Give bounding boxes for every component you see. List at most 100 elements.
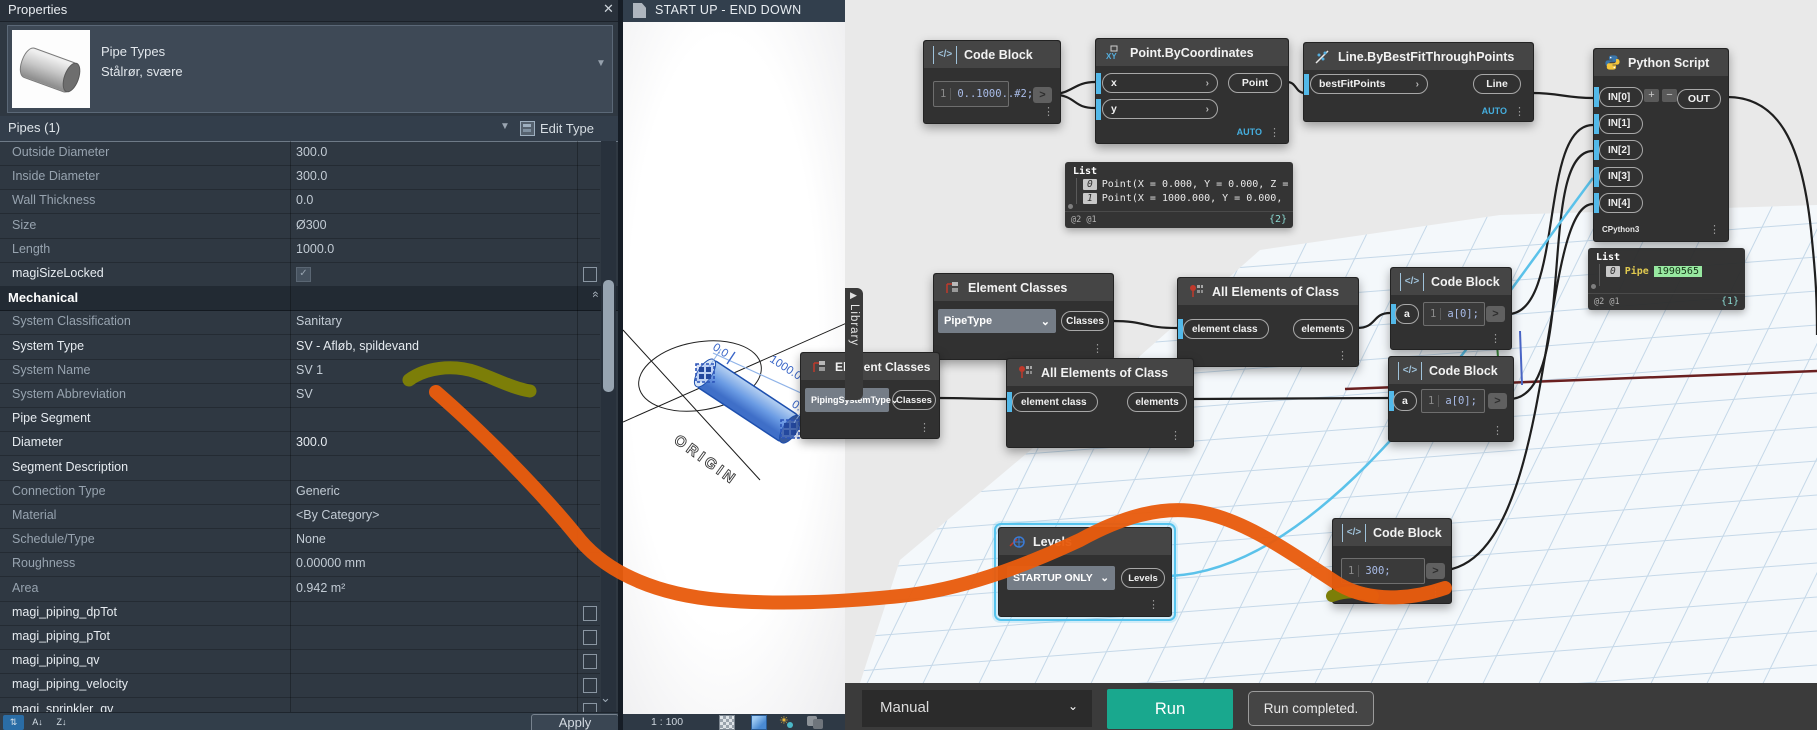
code-block-node[interactable]: </> Code Block a 1 a[0]; > ⋮ (1390, 267, 1512, 350)
code-input[interactable]: 1 a[0]; (1421, 389, 1485, 413)
associate-parameter-checkbox[interactable] (583, 702, 597, 712)
output-port-classes[interactable]: Classes (892, 390, 936, 410)
output-port-line[interactable]: Line (1473, 74, 1521, 94)
input-port-element-class[interactable]: element class (1012, 392, 1098, 412)
python-script-node[interactable]: Python Script IN[0] IN[1] IN[2] IN[3] IN[4] … (1593, 48, 1729, 242)
more-options-icon[interactable]: ⋮ (1170, 431, 1181, 442)
apply-button[interactable]: Apply (531, 714, 619, 730)
output-port[interactable]: > (1033, 87, 1052, 103)
output-port[interactable]: > (1426, 563, 1445, 579)
python-input-port[interactable]: IN[3] (1599, 166, 1643, 187)
property-value[interactable]: 300.0 (296, 435, 327, 449)
more-options-icon[interactable]: ⋮ (1269, 128, 1280, 139)
lacing-label[interactable]: AUTO (1237, 127, 1262, 137)
run-mode-select[interactable]: Manual ⌄ (862, 690, 1092, 727)
scrollbar-thumb[interactable] (603, 280, 614, 392)
lacing-label[interactable]: AUTO (1482, 106, 1507, 116)
chevron-down-icon[interactable]: ▼ (500, 121, 510, 132)
preview-bubble-pipe[interactable]: List 0 Pipe 1990565 @2 @1 {1} (1588, 248, 1745, 310)
python-input-port[interactable]: IN[0] (1599, 87, 1643, 107)
level-dropdown[interactable]: STARTUP ONLY ⌄ (1007, 566, 1115, 590)
sort-ascending-icon[interactable]: A↓ (27, 715, 48, 730)
property-row[interactable]: magi_sprinkler_qv (0, 698, 600, 712)
scroll-down-icon[interactable]: ⌄ (600, 690, 611, 706)
property-row[interactable]: System Type SV - Afløb, spildevand (0, 335, 600, 360)
sun-path-icon[interactable]: ☀ (779, 715, 793, 728)
property-row[interactable]: Pipe Segment (0, 407, 600, 433)
output-port-point[interactable]: Point (1228, 73, 1282, 93)
close-icon[interactable]: ✕ (603, 1, 614, 17)
output-port-elements[interactable]: elements (1127, 392, 1187, 412)
library-tab[interactable]: ▶ Library (845, 288, 863, 400)
run-button[interactable]: Run (1107, 689, 1233, 729)
output-port[interactable]: > (1488, 393, 1507, 409)
property-row[interactable]: magi_piping_velocity (0, 673, 600, 699)
preview-bubble-points[interactable]: List 0 Point(X = 0.000, Y = 0.000, Z = 1P… (1065, 162, 1293, 228)
more-options-icon[interactable]: ⋮ (1490, 334, 1501, 345)
input-port-bestfitpoints[interactable]: bestFitPoints › (1310, 74, 1428, 94)
class-dropdown[interactable]: PipeType ⌄ (938, 309, 1056, 333)
property-row[interactable]: Diameter 300.0 (0, 431, 600, 457)
property-row[interactable]: magi_piping_pTot (0, 625, 600, 650)
input-port-y[interactable]: y › (1102, 99, 1218, 119)
input-port-a[interactable]: a (1393, 391, 1417, 411)
associate-parameter-checkbox[interactable] (583, 654, 597, 670)
associate-parameter-checkbox[interactable] (583, 267, 597, 282)
property-row[interactable]: magi_piping_qv (0, 649, 600, 675)
all-elements-of-class-node[interactable]: All Elements of Class element class elem… (1006, 358, 1194, 448)
code-block-node[interactable]: </> Code Block 1 0..1000..#2; > ⋮ (923, 40, 1061, 124)
more-options-icon[interactable]: ⋮ (1514, 107, 1525, 118)
type-selector[interactable]: Pipe Types Stålrør, svære ▼ (7, 25, 613, 113)
line-bybestfit-node[interactable]: Line.ByBestFitThroughPoints bestFitPoint… (1303, 42, 1534, 122)
python-input-port[interactable]: IN[2] (1599, 140, 1643, 160)
pipe-endpoint-handle[interactable] (780, 419, 800, 439)
add-input-button[interactable]: + (1644, 89, 1659, 102)
checkbox-checked[interactable]: ✓ (296, 267, 311, 282)
python-engine-label[interactable]: CPython3 (1602, 225, 1639, 234)
edit-type-button[interactable]: Edit Type (520, 119, 594, 138)
scrollbar-track[interactable] (601, 141, 616, 712)
input-port-a[interactable]: a (1395, 304, 1419, 324)
code-input[interactable]: 1 a[0]; (1423, 302, 1485, 326)
more-options-icon[interactable]: ⋮ (1492, 426, 1503, 437)
properties-titlebar[interactable]: Properties ✕ (0, 0, 618, 22)
more-options-icon[interactable]: ⋮ (1148, 600, 1159, 611)
sort-default-icon[interactable]: ⇅ (3, 715, 24, 730)
output-port-elements[interactable]: elements (1293, 319, 1353, 339)
code-input[interactable]: 1 0..1000..#2; (933, 81, 1033, 107)
more-options-icon[interactable]: ⋮ (1430, 587, 1441, 598)
more-options-icon[interactable]: ⋮ (1092, 344, 1103, 355)
detail-level-icon[interactable] (719, 715, 735, 730)
property-value[interactable]: SV - Afløb, spildevand (296, 339, 419, 353)
more-options-icon[interactable]: ⋮ (919, 423, 930, 434)
visual-style-icon[interactable] (751, 715, 767, 730)
all-elements-of-class-node[interactable]: All Elements of Class element class elem… (1177, 277, 1359, 367)
pipe-endpoint-handle[interactable] (695, 363, 715, 383)
output-port-classes[interactable]: Classes (1061, 311, 1109, 331)
associate-parameter-checkbox[interactable] (583, 678, 597, 694)
point-bycoordinates-node[interactable]: XY Point.ByCoordinates x › y › Point AUTO ⋮ (1095, 38, 1289, 144)
property-row[interactable]: magi_piping_dpTot (0, 601, 600, 626)
input-port-x[interactable]: x › (1102, 73, 1218, 93)
output-port-out[interactable]: OUT (1677, 89, 1721, 109)
output-port-levels[interactable]: Levels (1121, 568, 1165, 588)
code-input[interactable]: 1 300; (1341, 558, 1425, 584)
python-input-port[interactable]: IN[4] (1599, 193, 1643, 213)
view-tab[interactable]: START UP - END DOWN (623, 0, 845, 22)
input-port-element-class[interactable]: element class (1183, 319, 1269, 339)
element-classes-node[interactable]: Element Classes PipingSystemType ⌄ Classe… (800, 352, 940, 439)
output-port[interactable]: > (1486, 306, 1505, 322)
property-row[interactable]: magiSizeLocked ✓ (0, 262, 600, 287)
python-input-port[interactable]: IN[1] (1599, 113, 1643, 134)
code-block-node[interactable]: </> Code Block 1 300; > ⋮ (1332, 518, 1452, 604)
associate-parameter-checkbox[interactable] (583, 605, 597, 621)
collapse-section-icon[interactable]: « (581, 291, 603, 305)
crop-view-icon[interactable] (813, 719, 823, 729)
more-options-icon[interactable]: ⋮ (1709, 225, 1720, 236)
more-options-icon[interactable]: ⋮ (1337, 351, 1348, 362)
property-row[interactable]: Segment Description (0, 456, 600, 481)
associate-parameter-checkbox[interactable] (583, 630, 597, 645)
chevron-down-icon[interactable]: ▼ (596, 58, 606, 69)
remove-input-button[interactable]: − (1662, 89, 1677, 102)
sort-descending-icon[interactable]: Z↓ (51, 715, 72, 730)
